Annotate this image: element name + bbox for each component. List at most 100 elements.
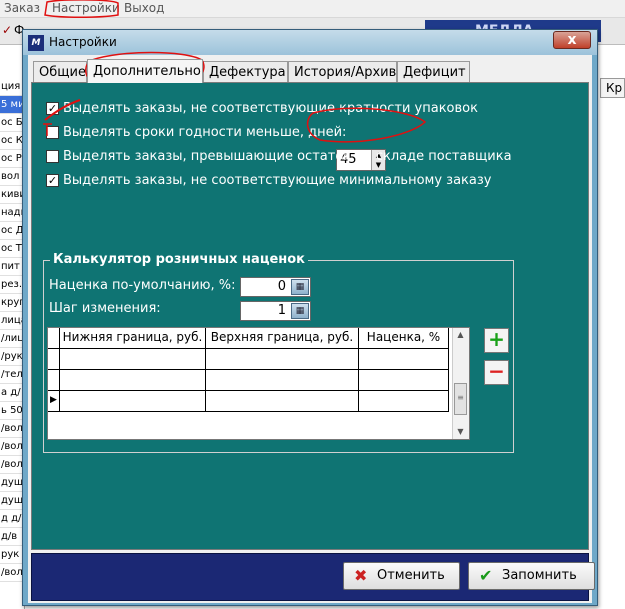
option-supplier-stock[interactable]: Выделять заказы, превышающие остаток на … [46, 148, 512, 165]
checkbox-expiry-days[interactable] [46, 126, 59, 139]
row-indicator [48, 349, 60, 370]
markup-table[interactable]: Нижняя граница, руб. Верхняя граница, ру… [47, 327, 470, 440]
background-list-item: ос Т [0, 240, 24, 258]
option-minimum-order[interactable]: ✓ Выделять заказы, не соответствующие мин… [46, 172, 491, 189]
default-markup-label: Наценка по-умолчанию, %: [49, 278, 236, 293]
background-list-item: ос Д [0, 222, 24, 240]
background-list-item: /рук [0, 348, 24, 366]
option-expiry-days-label: Выделять сроки годности меньше, дней: [63, 125, 347, 140]
scroll-down-icon[interactable]: ▼ [453, 425, 468, 439]
background-list-item: круп [0, 294, 24, 312]
tab-panel-additional: ✓ Выделять заказы, не соответствующие кра… [31, 82, 589, 550]
menu-exit[interactable]: Выход [124, 1, 164, 15]
background-list-item: /вол [0, 564, 24, 582]
table-cell[interactable] [60, 391, 206, 412]
background-list-item: /вол [0, 438, 24, 456]
checkbox-minimum-order[interactable]: ✓ [46, 174, 59, 187]
app-icon: М [28, 35, 44, 51]
background-list-item: /лиц [0, 330, 24, 348]
background-list-item: пит [0, 258, 24, 276]
menu-settings[interactable]: Настройки [52, 1, 120, 15]
table-scrollbar[interactable]: ▲ ≡ ▼ [452, 328, 469, 439]
dialog-body: Общие Дополнительно Дефектура История/Ар… [28, 55, 595, 603]
menu-bar: Заказ Настройки Выход [0, 0, 625, 18]
calculator-icon[interactable]: ▦ [291, 303, 309, 319]
checkmark-icon: ✔ [479, 566, 493, 585]
dialog-footer: ✖ Отменить ✔ Запомнить [31, 553, 595, 601]
step-field[interactable]: 1 ▦ [240, 301, 311, 321]
default-markup-value[interactable]: 0 [278, 279, 286, 294]
cross-icon: ✖ [354, 566, 368, 585]
markup-calculator-title: Калькулятор розничных наценок [50, 252, 309, 267]
default-markup-field[interactable]: 0 ▦ [240, 277, 311, 297]
toolbar-icon: ✓ [2, 23, 13, 37]
background-list-item: киви [0, 186, 24, 204]
background-list-item: ос Р [0, 150, 24, 168]
dialog-titlebar[interactable]: М Настройки x [23, 30, 597, 55]
table-cell[interactable] [206, 370, 359, 391]
row-indicator: ▶ [48, 391, 60, 412]
background-list-item: душа [0, 474, 24, 492]
tab-defects[interactable]: Дефектура [203, 61, 288, 82]
background-list-item: душа [0, 492, 24, 510]
step-label: Шаг изменения: [49, 301, 161, 316]
background-list-item: рез. [0, 276, 24, 294]
plus-icon: + [488, 327, 505, 351]
markup-calculator-group: Калькулятор розничных наценок Наценка по… [43, 252, 514, 453]
column-header-markup[interactable]: Наценка, % [359, 328, 449, 349]
option-expiry-days[interactable]: Выделять сроки годности меньше, дней: [46, 124, 346, 141]
menu-order[interactable]: Заказ [4, 1, 40, 15]
add-row-button[interactable]: + [484, 328, 509, 353]
background-list-item: ос К [0, 132, 24, 150]
background-list-item: ция [0, 78, 24, 96]
table-cell[interactable] [60, 349, 206, 370]
column-header-upper-bound[interactable]: Верхняя граница, руб. [206, 328, 359, 349]
row-indicator [48, 370, 60, 391]
calculator-icon[interactable]: ▦ [291, 279, 309, 295]
cancel-button-label: Отменить [377, 568, 445, 583]
tab-history-archive[interactable]: История/Архив [288, 61, 397, 82]
scroll-thumb[interactable]: ≡ [454, 383, 467, 415]
checkbox-pack-multiplicity[interactable]: ✓ [46, 102, 59, 115]
table-corner [48, 328, 60, 349]
dialog-title: Настройки [49, 35, 117, 49]
option-supplier-stock-label: Выделять заказы, превышающие остаток на … [63, 149, 512, 164]
option-minimum-order-label: Выделять заказы, не соответствующие мини… [63, 173, 492, 188]
scroll-up-icon[interactable]: ▲ [453, 328, 468, 342]
background-list-item: д д/ [0, 510, 24, 528]
tab-deficit[interactable]: Дефицит [397, 61, 470, 82]
table-cell[interactable] [206, 349, 359, 370]
background-list-item: /тел [0, 366, 24, 384]
option-pack-multiplicity[interactable]: ✓ Выделять заказы, не соответствующие кра… [46, 100, 478, 117]
column-header-lower-bound[interactable]: Нижняя граница, руб. [60, 328, 206, 349]
table-cell[interactable] [206, 391, 359, 412]
table-cell[interactable] [60, 370, 206, 391]
background-list-item: лица [0, 312, 24, 330]
option-pack-multiplicity-label: Выделять заказы, не соответствующие крат… [63, 101, 478, 116]
background-column-header: Кр [600, 78, 625, 98]
step-value[interactable]: 1 [278, 303, 286, 318]
background-list-item: нади [0, 204, 24, 222]
background-list-item: /вол [0, 420, 24, 438]
settings-dialog: М Настройки x Общие Дополнительно Дефект… [22, 29, 598, 606]
minus-icon: − [488, 359, 505, 383]
table-cell[interactable] [359, 349, 449, 370]
background-column [600, 98, 625, 609]
background-list-item: д/в [0, 528, 24, 546]
background-list-item: а д/ [0, 384, 24, 402]
tab-general[interactable]: Общие [33, 61, 87, 82]
background-list-item: /вол [0, 456, 24, 474]
background-list-item: рук [0, 546, 24, 564]
checkbox-supplier-stock[interactable] [46, 150, 59, 163]
table-cell[interactable] [359, 370, 449, 391]
save-button[interactable]: ✔ Запомнить [468, 562, 595, 590]
background-list-item: ь 500 [0, 402, 24, 420]
cancel-button[interactable]: ✖ Отменить [343, 562, 460, 590]
close-icon[interactable]: x [553, 31, 591, 49]
background-list-item: ос Б [0, 114, 24, 132]
tab-additional[interactable]: Дополнительно [87, 59, 203, 83]
background-list-item: 5 ми [0, 96, 24, 114]
table-cell[interactable] [359, 391, 449, 412]
background-list-item: вол [0, 168, 24, 186]
remove-row-button[interactable]: − [484, 360, 509, 385]
